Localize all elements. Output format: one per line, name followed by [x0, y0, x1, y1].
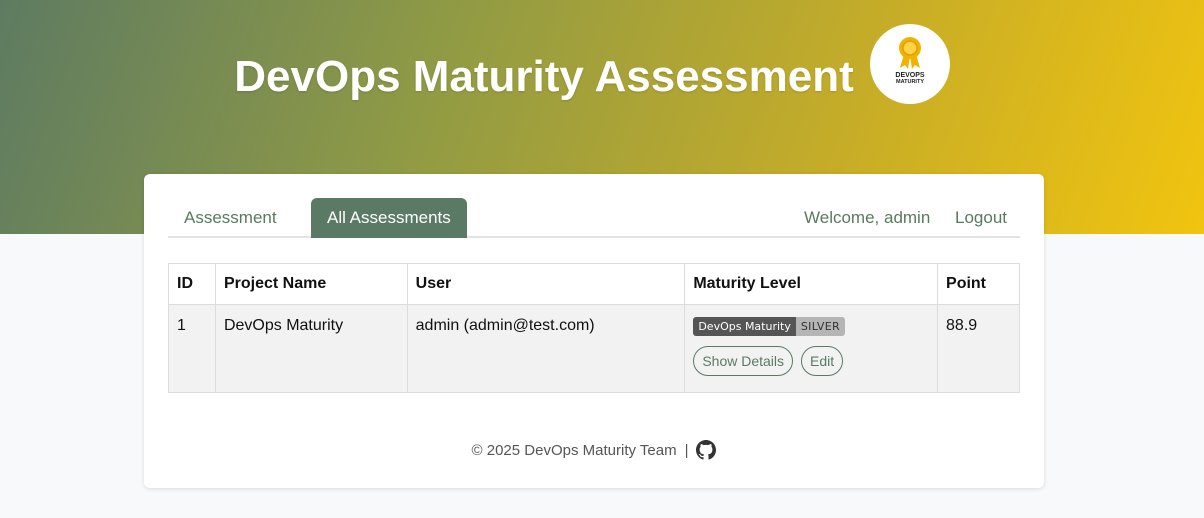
maturity-badge: DevOps Maturity SILVER [693, 317, 845, 336]
show-details-button[interactable]: Show Details [693, 346, 794, 376]
column-header-user: User [406, 263, 686, 305]
cell-user: admin (admin@test.com) [406, 304, 686, 393]
logout-link[interactable]: Logout [939, 198, 1023, 238]
welcome-text: Welcome, admin [804, 208, 931, 227]
footer-separator: | [684, 441, 689, 459]
tab-all-assessments[interactable]: All Assessments [311, 198, 467, 238]
assessments-table: ID Project Name User Maturity Level Poin… [168, 263, 1020, 393]
tab-assessment[interactable]: Assessment [168, 198, 293, 238]
badge-level: SILVER [795, 317, 845, 336]
logo: DEVOPS MATURITY [870, 24, 950, 104]
column-header-maturity-level: Maturity Level [684, 263, 939, 305]
edit-button[interactable]: Edit [801, 346, 844, 376]
logo-text-devops: DEVOPS [895, 72, 925, 79]
cell-project-name: DevOps Maturity [214, 304, 408, 393]
nav-bar: Assessment All Assessments Welcome, admi… [168, 198, 1020, 238]
column-header-point: Point [937, 263, 1020, 305]
row-actions: Show Details Edit [693, 346, 929, 376]
cell-id: 1 [168, 304, 216, 393]
table-row: 1 DevOps Maturity admin (admin@test.com)… [168, 304, 1020, 393]
table-header-row: ID Project Name User Maturity Level Poin… [168, 263, 1020, 305]
footer: © 2025 DevOps Maturity Team | [144, 440, 1044, 460]
cell-maturity-level: DevOps Maturity SILVER Show Details Edit [684, 304, 939, 393]
main-card: Assessment All Assessments Welcome, admi… [144, 174, 1044, 488]
award-medal-icon [899, 37, 921, 69]
cell-point: 88.9 [937, 304, 1020, 393]
column-header-project-name: Project Name [214, 263, 408, 305]
logo-text-maturity: MATURITY [895, 79, 924, 85]
footer-copyright: © 2025 DevOps Maturity Team [471, 441, 677, 459]
github-icon[interactable] [696, 440, 717, 460]
column-header-id: ID [168, 263, 216, 305]
badge-label: DevOps Maturity [693, 317, 796, 336]
